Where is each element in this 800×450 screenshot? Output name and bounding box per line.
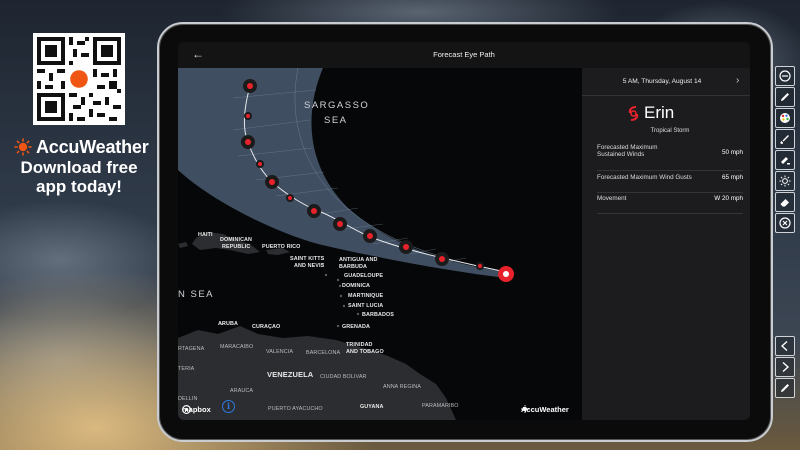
stage: AccuWeather Download free app today! ← F… (0, 0, 800, 450)
pencil-icon[interactable] (775, 87, 795, 107)
jamaica-land (178, 242, 188, 248)
wind-gusts-label: Forecasted Maximum Wind Gusts (597, 174, 692, 181)
qr-code-graphic (33, 33, 125, 125)
label-antigua: ANTIGUA AND (339, 257, 378, 263)
label-paramaribo: PARAMARIBO (422, 403, 459, 409)
chevron-right-icon[interactable] (775, 357, 795, 377)
label-trinidad: TRINIDAD (346, 342, 373, 348)
label-martinique: MARTINIQUE (348, 293, 384, 299)
label-grenada: GRENADA (342, 324, 370, 330)
storm-detail-panel: 5 AM, Thursday, August 14 › Erin Tropica… (582, 68, 750, 420)
label-maracaibo: MARACAIBO (220, 344, 254, 350)
storm-header: Erin Tropical Storm (582, 102, 750, 142)
label-saint-lucia: SAINT LUCIA (348, 303, 384, 309)
movement-label: Movement (597, 195, 627, 202)
info-icon[interactable]: i (222, 400, 235, 413)
brightness-icon[interactable] (775, 171, 795, 191)
current-storm-marker (498, 266, 514, 282)
sustained-winds-row: Forecasted Maximum Sustained Winds 50 mp… (597, 144, 743, 171)
forecast-time-selector[interactable]: 5 AM, Thursday, August 14 › (582, 68, 750, 96)
accuweather-brand: AccuWeather (14, 136, 154, 158)
label-dominican: DOMINICAN (220, 237, 253, 243)
label-republic: REPUBLIC (222, 244, 251, 250)
wind-gusts-row: Forecasted Maximum Wind Gusts 65 mph (597, 174, 743, 193)
promo-line-2: app today! (36, 177, 122, 196)
label-sargasso-sea: SEA (324, 115, 348, 126)
pencil-icon[interactable] (775, 378, 795, 398)
label-ciudad-bolivar: CIUDAD BOLIVAR (320, 374, 367, 380)
app-screen: ← Forecast Eye Path SARGASSO SEA N SEA H… (178, 42, 750, 420)
label-guyana: GUYANA (360, 404, 384, 410)
close-circle-icon[interactable] (775, 213, 795, 233)
label-barbados: BARBADOS (362, 312, 394, 318)
label-saint-kitts: SAINT KITTS (290, 256, 325, 262)
color-palette-icon[interactable] (775, 108, 795, 128)
label-medellin: DELLIN (178, 396, 198, 402)
screen-title: Forecast Eye Path (433, 50, 495, 59)
accuweather-sun-icon (521, 405, 529, 413)
qr-code[interactable] (33, 33, 125, 125)
label-curacao: CURAÇAO (252, 324, 281, 330)
label-barbuda: BARBUDA (339, 264, 367, 270)
movement-value: W 20 mph (714, 195, 743, 202)
tropical-storm-icon (628, 106, 639, 121)
label-valencia: VALENCIA (266, 349, 294, 355)
label-puerto-rico: PUERTO RICO (262, 244, 301, 250)
eraser-icon[interactable] (775, 192, 795, 212)
brush-icon[interactable] (775, 129, 795, 149)
map-watermark: AccuWeather (521, 405, 569, 414)
wind-gusts-value: 65 mph (721, 174, 743, 181)
label-cartagena: RTAGENA (178, 346, 205, 352)
label-arauca: ARAUCA (230, 388, 254, 394)
label-monteria: TERIA (178, 366, 195, 372)
sustained-winds-label-line2: Sustained Winds (597, 151, 645, 158)
label-and-tobago: AND TOBAGO (346, 349, 384, 355)
storm-type: Tropical Storm (650, 128, 690, 134)
promo-line-1: Download free (20, 158, 138, 177)
movement-row: Movement W 20 mph (597, 195, 743, 214)
sustained-winds-label-line1: Forecasted Maximum (597, 144, 658, 151)
storm-name: Erin (644, 103, 675, 122)
sustained-winds-value: 50 mph (721, 149, 743, 156)
label-and-nevis: AND NEVIS (294, 263, 325, 269)
brand-name: AccuWeather (36, 136, 149, 157)
label-barcelona: BARCELONA (306, 350, 341, 356)
label-sargasso: SARGASSO (304, 100, 370, 111)
mapbox-attribution[interactable]: mapbox (182, 405, 211, 414)
label-puerto-ayacucho: PUERTO AYACUCHO (268, 406, 323, 412)
forecast-date: 5 AM, Thursday, August 14 (622, 78, 702, 85)
hurricane-map[interactable]: SARGASSO SEA N SEA HAITI DOMINICAN REPUB… (178, 68, 582, 420)
label-caribbean-sea: N SEA (178, 289, 215, 300)
minus-circle-icon[interactable] (775, 66, 795, 86)
label-dominica: DOMINICA (342, 283, 371, 289)
highlighter-icon[interactable] (775, 150, 795, 170)
label-venezuela: VENEZUELA (267, 370, 314, 379)
label-guadeloupe: GUADELOUPE (344, 273, 384, 279)
chevron-right-icon[interactable]: › (736, 75, 739, 86)
top-bar: ← Forecast Eye Path (178, 42, 750, 69)
label-aruba: ARUBA (218, 321, 238, 327)
sustained-winds-label: Forecasted Maximum Sustained Winds (597, 144, 658, 158)
chevron-left-icon[interactable] (775, 336, 795, 356)
label-haiti: HAITI (198, 232, 213, 238)
accuweather-sun-icon (14, 138, 32, 156)
mapbox-logo-icon (182, 405, 191, 414)
label-anna-regina: ANNA REGINA (383, 384, 421, 390)
